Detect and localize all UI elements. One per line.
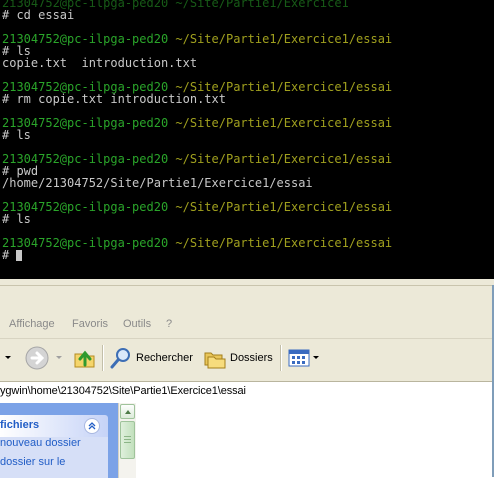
toolbar-separator	[280, 345, 282, 371]
back-dropdown-button[interactable]	[4, 343, 12, 373]
vertical-scrollbar[interactable]	[118, 403, 136, 478]
terminal-cursor	[16, 250, 23, 261]
file-list-area[interactable]	[136, 403, 494, 478]
views-icon	[288, 349, 310, 367]
scroll-up-button[interactable]	[120, 404, 135, 419]
prompt-path: ~/Site/Partie1/Exercice1/essai	[175, 32, 393, 46]
task-link-publish-folder[interactable]: dossier sur le	[0, 456, 65, 468]
folders-icon	[204, 352, 226, 369]
terminal-prompt-line: 21304752@pc-ilpga-ped20 ~/Site/Partie1/E…	[2, 153, 392, 165]
task-pane-header[interactable]: fichiers	[0, 415, 108, 437]
grip-line	[124, 439, 131, 440]
up-folder-icon	[74, 350, 95, 368]
prompt-path: ~/Site/Partie1/Exercice1/essai	[175, 200, 393, 214]
magnifier-icon	[110, 348, 130, 369]
prompt-path: ~/Site/Partie1/Exercice1/essai	[175, 116, 393, 130]
terminal-prompt-line: 21304752@pc-ilpga-ped20 ~/Site/Partie1/E…	[2, 201, 392, 213]
terminal-command-line: #	[2, 249, 392, 261]
terminal-command-line: # ls	[2, 128, 31, 142]
search-label: Rechercher	[136, 352, 193, 364]
terminal-prompt-line: 21304752@pc-ilpga-ped20 ~/Site/Partie1/E…	[2, 33, 392, 45]
task-link-new-folder[interactable]: nouveau dossier	[0, 437, 81, 449]
address-input[interactable]: ygwin\home\21304752\Site\Partie1\Exercic…	[0, 385, 246, 397]
views-button[interactable]	[288, 343, 320, 373]
task-pane-body: nouveau dossier dossier sur le	[0, 437, 108, 478]
prompt-user: 21304752@pc-ilpga-ped20	[2, 236, 169, 250]
search-button[interactable]: Rechercher	[109, 343, 193, 373]
explorer-window: Affichage Favoris Outils ? Rechercher Do…	[0, 285, 494, 478]
forward-arrow-icon	[25, 346, 49, 370]
terminal-output: 2i304752@pc-ilpga-ped20 ~/Site/Partie1/E…	[2, 0, 392, 261]
scroll-thumb[interactable]	[120, 421, 135, 459]
menu-outils[interactable]: Outils	[123, 318, 151, 330]
terminal-output-line: copie.txt introduction.txt	[2, 56, 198, 70]
menu-affichage[interactable]: Affichage	[9, 318, 55, 330]
folders-button[interactable]: Dossiers	[203, 343, 273, 373]
explorer-content: fichiers nouveau dossier dossier sur le	[0, 403, 494, 478]
prompt-path: ~/Site/Partie1/Exercice1/essai	[175, 236, 393, 250]
grip-line	[124, 436, 131, 437]
double-chevron-up-icon	[88, 422, 96, 430]
forward-button[interactable]	[24, 343, 63, 373]
terminal-window[interactable]: 2i304752@pc-ilpga-ped20 ~/Site/Partie1/E…	[0, 0, 494, 279]
address-bar[interactable]: ygwin\home\21304752\Site\Partie1\Exercic…	[0, 381, 494, 404]
arrow-up-icon	[124, 409, 131, 414]
up-folder-button[interactable]	[73, 343, 97, 373]
task-pane: fichiers nouveau dossier dossier sur le	[0, 403, 118, 478]
terminal-prompt-line: 21304752@pc-ilpga-ped20 ~/Site/Partie1/E…	[2, 117, 392, 129]
chevron-down-icon	[5, 356, 11, 359]
grip-line	[124, 442, 131, 443]
menu-bar: Affichage Favoris Outils ?	[0, 313, 494, 335]
terminal-partial-line: 2i304752@pc-ilpga-ped20 ~/Site/Partie1/E…	[2, 0, 349, 10]
chevron-down-icon	[313, 356, 319, 359]
terminal-prompt-line: 21304752@pc-ilpga-ped20 ~/Site/Partie1/E…	[2, 237, 392, 249]
terminal-output-line: /home/21304752/Site/Partie1/Exercice1/es…	[2, 176, 313, 190]
prompt-path: ~/Site/Partie1/Exercice1/essai	[175, 152, 393, 166]
toolbar-separator	[102, 345, 104, 371]
terminal-command-line: # rm copie.txt introduction.txt	[2, 92, 226, 106]
terminal-command-line: # cd essai	[2, 8, 75, 22]
collapse-button[interactable]	[84, 418, 100, 434]
menu-help[interactable]: ?	[166, 318, 172, 330]
task-pane-title: fichiers	[0, 419, 40, 431]
toolbar: Rechercher Dossiers	[0, 338, 494, 377]
chevron-down-icon	[56, 356, 62, 359]
terminal-command-line: # ls	[2, 212, 31, 226]
folders-label: Dossiers	[230, 352, 273, 364]
menu-favoris[interactable]: Favoris	[72, 318, 108, 330]
